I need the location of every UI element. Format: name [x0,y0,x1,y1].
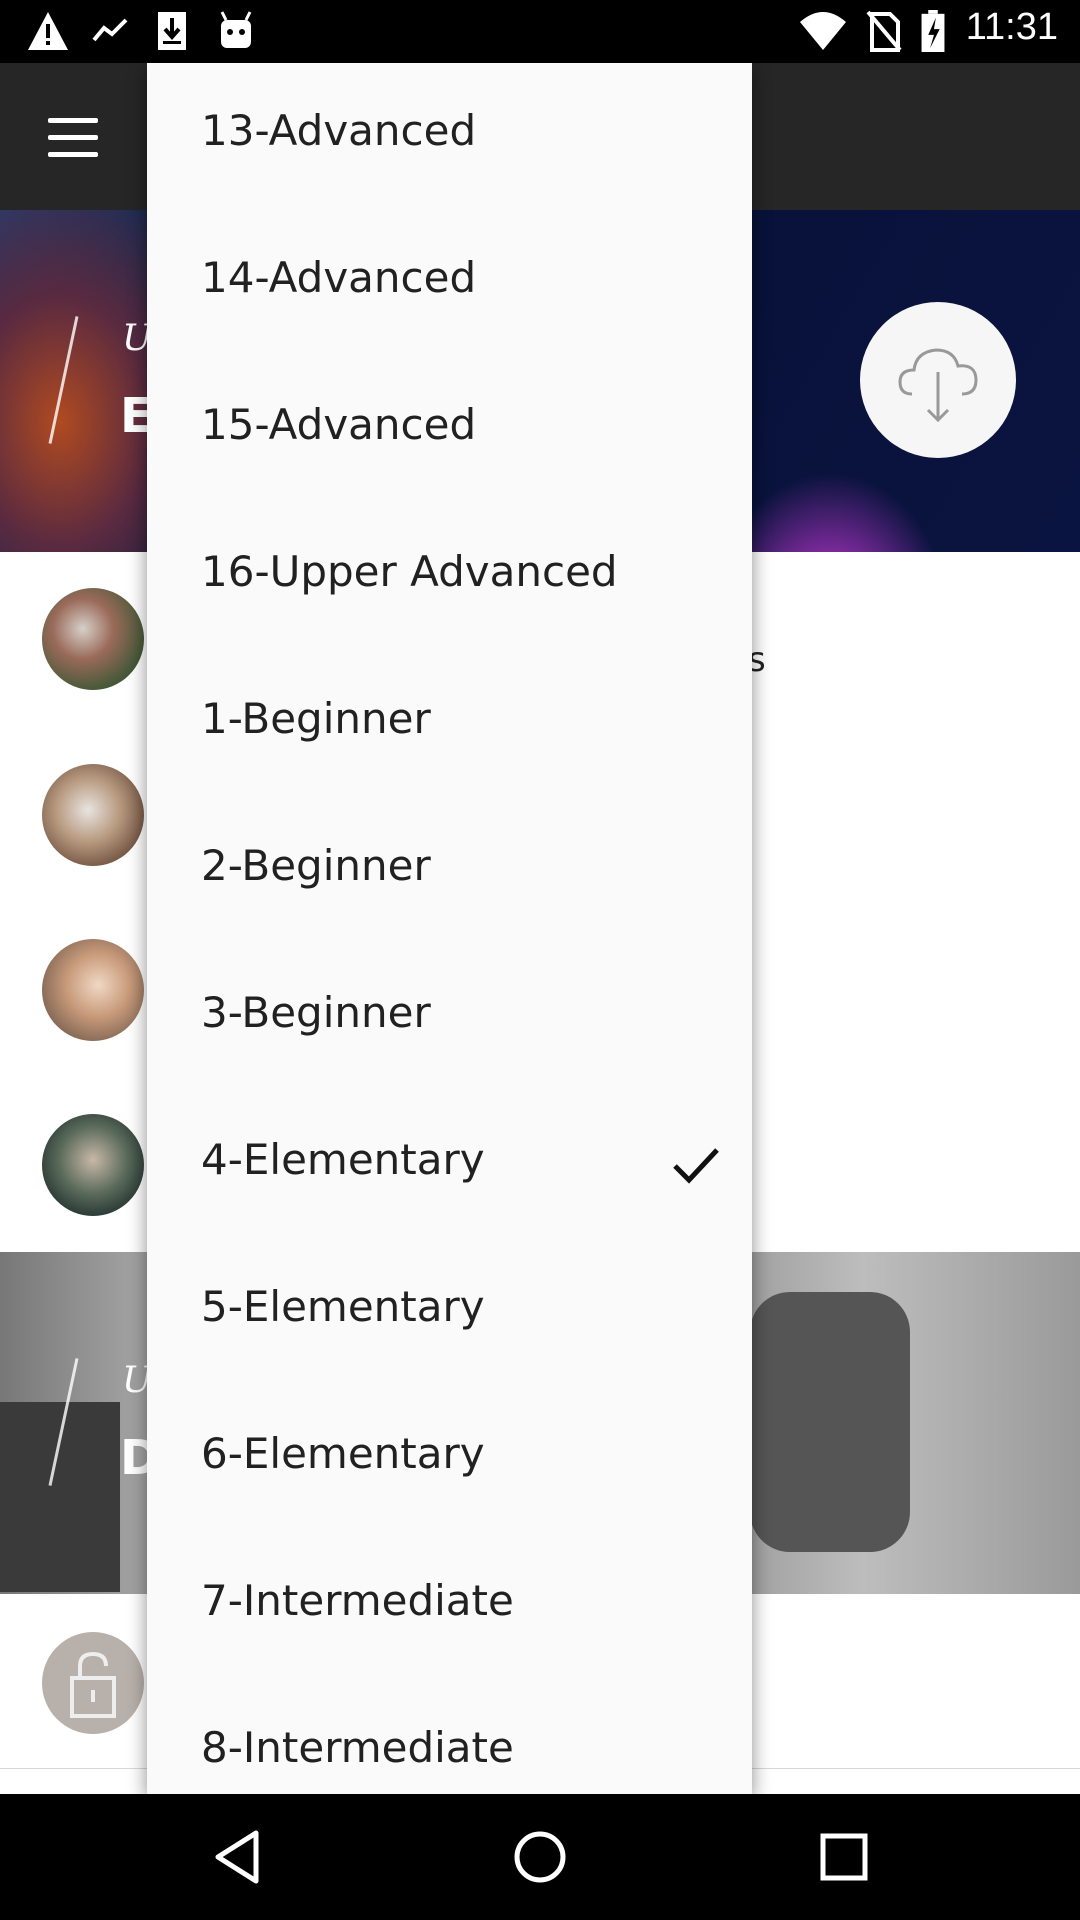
status-bar: 11:31 [0,0,1080,63]
dropdown-item-label: 2-Beginner [201,841,431,890]
dropdown-item-label: 4-Elementary [201,1135,485,1184]
home-icon[interactable] [510,1827,570,1887]
back-icon[interactable] [208,1827,268,1887]
dropdown-item[interactable]: 8-Intermediate [147,1680,752,1794]
dropdown-item[interactable]: 13-Advanced [147,63,752,210]
level-dropdown-menu: 13-Advanced 14-Advanced 15-Advanced 16-U… [147,63,752,1794]
no-sim-icon [866,10,902,52]
dropdown-item[interactable]: 6-Elementary [147,1386,752,1533]
dropdown-item-label: 1-Beginner [201,694,431,743]
dropdown-item[interactable]: 1-Beginner [147,651,752,798]
hero-photo-image [750,1292,910,1552]
dropdown-item-label: 15-Advanced [201,400,477,449]
dropdown-item-label: 6-Elementary [201,1429,485,1478]
dropdown-item-selected[interactable]: 4-Elementary [147,1092,752,1239]
system-nav-bar [0,1794,1080,1920]
dropdown-item[interactable]: 5-Elementary [147,1239,752,1386]
lock-icon [70,1651,116,1718]
dropdown-item[interactable]: 7-Intermediate [147,1533,752,1680]
dropdown-item-label: 16-Upper Advanced [201,547,618,596]
cloud-download-button[interactable] [860,302,1016,458]
dropdown-item-label: 13-Advanced [201,106,477,155]
dropdown-item-label: 8-Intermediate [201,1723,514,1772]
lesson-avatar [42,1114,144,1216]
clock: 11:31 [965,6,1058,48]
warning-icon [28,12,68,50]
checkmark-icon [673,1148,719,1184]
lesson-avatar [42,588,144,690]
trend-icon [92,18,128,42]
dropdown-item[interactable]: 14-Advanced [147,210,752,357]
cloud-download-icon [898,348,978,423]
dropdown-item[interactable]: 15-Advanced [147,357,752,504]
dropdown-item-label: 7-Intermediate [201,1576,514,1625]
dropdown-item[interactable]: 3-Beginner [147,945,752,1092]
dropdown-item-label: 14-Advanced [201,253,477,302]
dropdown-item-label: 5-Elementary [201,1282,485,1331]
wifi-icon [800,12,846,50]
hamburger-menu-icon[interactable] [48,118,98,158]
download-icon [158,12,186,50]
dropdown-item[interactable]: 16-Upper Advanced [147,504,752,651]
dropdown-item[interactable]: 2-Beginner [147,798,752,945]
android-icon [220,11,252,48]
recents-icon[interactable] [814,1827,874,1887]
battery-charging-icon [921,10,945,52]
lock-avatar [42,1632,144,1734]
lesson-avatar [42,764,144,866]
dropdown-item-label: 3-Beginner [201,988,431,1037]
lesson-avatar [42,939,144,1041]
